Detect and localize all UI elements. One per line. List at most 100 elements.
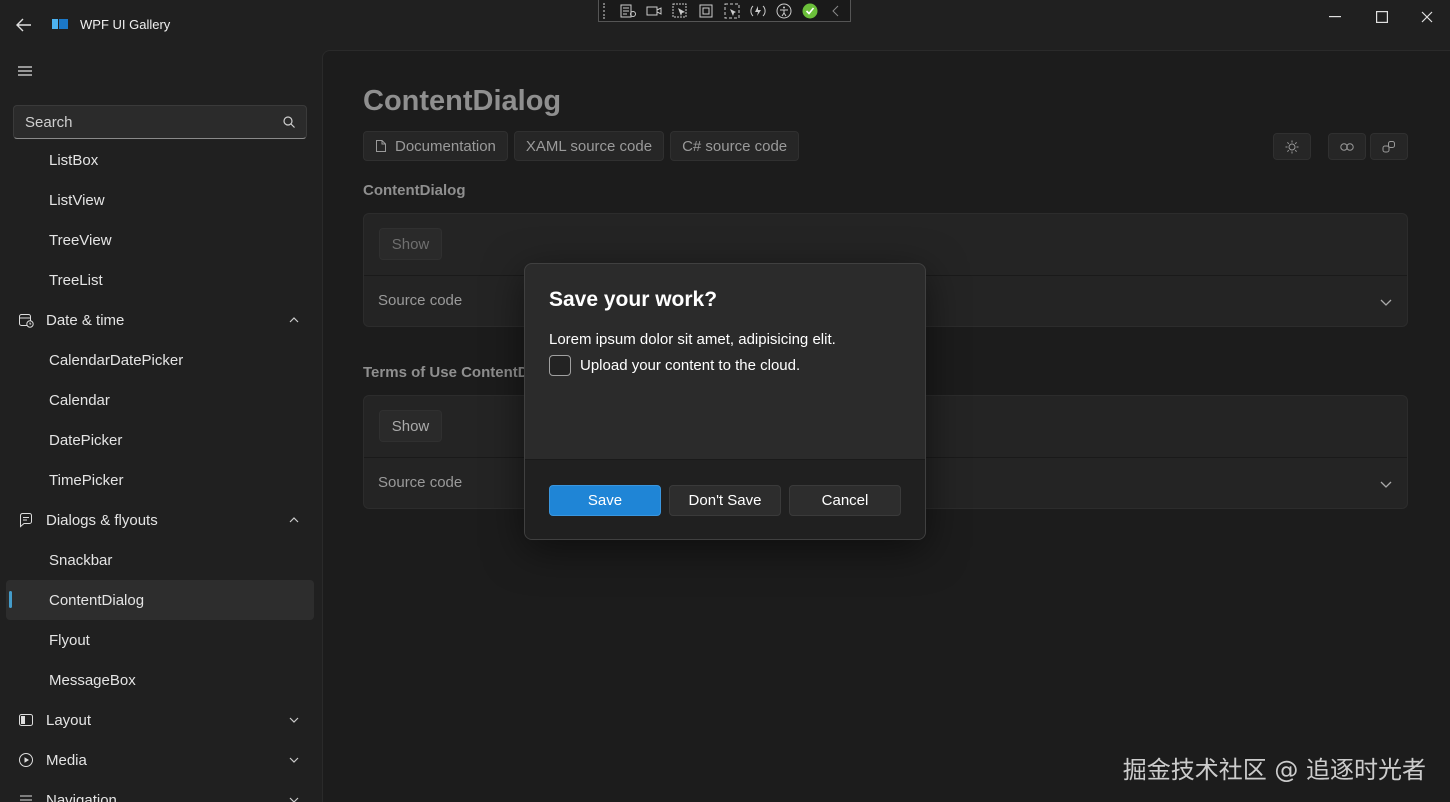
copy-link-button[interactable]	[1328, 133, 1366, 160]
app-logo-icon	[52, 19, 68, 29]
maximize-button[interactable]	[1359, 0, 1405, 34]
xaml-source-label: XAML source code	[525, 137, 653, 155]
nav-group-dialogs-flyouts[interactable]: Dialogs & flyouts	[6, 500, 314, 540]
source-code-label: Source code	[378, 474, 463, 491]
chevron-left-icon	[832, 5, 839, 16]
nav-item-label: ListView	[49, 191, 105, 209]
collapse-toolbar-button[interactable]	[823, 1, 849, 21]
section-title: ContentDialog	[363, 182, 466, 199]
nav-item-label: ContentDialog	[49, 591, 145, 609]
nav-item-label: TimePicker	[49, 471, 124, 489]
nav-item-treelist[interactable]: TreeList	[6, 260, 314, 300]
chat-bubble-icon	[20, 513, 32, 528]
theme-toggle-button[interactable]	[1273, 133, 1311, 160]
upload-checkbox-label[interactable]: Upload your content to the cloud.	[580, 357, 800, 374]
dialog-footer: Save Don't Save Cancel	[525, 459, 925, 539]
close-button[interactable]	[1404, 0, 1450, 34]
back-button[interactable]	[10, 12, 38, 38]
save-button[interactable]: Save	[549, 485, 661, 516]
search-box	[13, 105, 307, 139]
nav-item-timepicker[interactable]: TimePicker	[6, 460, 314, 500]
pointer-select-icon	[672, 3, 687, 17]
nav-item-datepicker[interactable]: DatePicker	[6, 420, 314, 460]
nav-item-snackbar[interactable]: Snackbar	[6, 540, 314, 580]
nav-group-label: Media	[46, 751, 87, 769]
live-visual-tree-button[interactable]	[615, 1, 641, 21]
record-button[interactable]	[641, 1, 667, 21]
link-square-icon	[1382, 140, 1395, 152]
nav-list: ListBox ListView TreeView TreeList Date …	[6, 140, 314, 802]
section-title: Terms of Use ContentD	[363, 364, 529, 381]
nav-item-label: DatePicker	[49, 431, 123, 449]
toggle-pane-button[interactable]	[10, 58, 40, 84]
dont-save-button[interactable]: Don't Save	[669, 485, 781, 516]
display-layout-adorners-button[interactable]	[693, 1, 719, 21]
visual-tree-icon	[620, 4, 636, 17]
track-focus-button[interactable]	[719, 1, 745, 21]
show-dialog-button[interactable]: Show	[379, 228, 442, 260]
select-element-button[interactable]	[667, 1, 693, 21]
layout-icon	[19, 714, 33, 726]
chevron-down-icon	[289, 757, 299, 763]
maximize-icon	[1376, 11, 1388, 23]
nav-item-label: MessageBox	[49, 671, 136, 689]
chevron-down-icon	[289, 717, 299, 723]
nav-group-date-time[interactable]: Date & time	[6, 300, 314, 340]
upload-checkbox-row[interactable]: Upload your content to the cloud.	[549, 355, 800, 376]
nav-group-media[interactable]: Media	[6, 740, 314, 780]
nav-group-layout[interactable]: Layout	[6, 700, 314, 740]
chevron-up-icon	[289, 517, 299, 523]
xaml-source-button[interactable]: XAML source code	[513, 131, 665, 161]
hamburger-menu-icon	[18, 66, 32, 76]
dialog-body-text: Lorem ipsum dolor sit amet, adipisicing …	[549, 331, 836, 348]
show-terms-dialog-button[interactable]: Show	[379, 410, 442, 442]
document-icon	[376, 140, 386, 152]
search-input[interactable]	[14, 106, 274, 138]
nav-item-label: TreeView	[49, 231, 112, 249]
hot-reload-button[interactable]	[745, 1, 771, 21]
status-ok-indicator	[797, 1, 823, 21]
toolbar-grip[interactable]	[603, 2, 611, 19]
nav-item-contentdialog[interactable]: ContentDialog	[6, 580, 314, 620]
nav-item-listview[interactable]: ListView	[6, 180, 314, 220]
source-code-label: Source code	[378, 292, 463, 309]
check-circle-icon	[802, 3, 818, 18]
nav-item-label: Flyout	[49, 631, 90, 649]
nav-item-calendar[interactable]: Calendar	[6, 380, 314, 420]
nav-item-label: CalendarDatePicker	[49, 351, 184, 369]
link-icon	[1340, 142, 1354, 151]
nav-group-label: Dialogs & flyouts	[46, 511, 158, 529]
chevron-up-icon	[289, 317, 299, 323]
share-link-button[interactable]	[1370, 133, 1408, 160]
page-title: ContentDialog	[363, 85, 562, 117]
sun-icon	[1285, 140, 1299, 153]
nav-item-flyout[interactable]: Flyout	[6, 620, 314, 660]
minimize-icon	[1329, 16, 1341, 18]
app-title: WPF UI Gallery	[80, 17, 171, 32]
chevron-down-icon	[1380, 299, 1392, 306]
documentation-button[interactable]: Documentation	[363, 131, 508, 161]
search-icon[interactable]	[282, 115, 296, 129]
track-focus-icon	[724, 3, 740, 18]
nav-group-navigation[interactable]: Navigation	[6, 780, 314, 802]
upload-checkbox[interactable]	[549, 355, 571, 376]
chevron-down-icon	[1380, 481, 1392, 488]
csharp-source-button[interactable]: C# source code	[670, 131, 800, 161]
close-icon	[1421, 11, 1433, 23]
calendar-clock-icon	[19, 314, 34, 328]
nav-item-calendardatepicker[interactable]: CalendarDatePicker	[6, 340, 314, 380]
cancel-button[interactable]: Cancel	[789, 485, 901, 516]
content-dialog: Save your work? Lorem ipsum dolor sit am…	[524, 263, 926, 540]
nav-item-messagebox[interactable]: MessageBox	[6, 660, 314, 700]
nav-group-label: Navigation	[46, 791, 117, 802]
minimize-button[interactable]	[1312, 0, 1358, 34]
nav-item-label: TreeList	[49, 271, 103, 289]
navigation-icon	[20, 795, 32, 801]
accessibility-checker-button[interactable]	[771, 1, 797, 21]
video-camera-icon	[646, 6, 662, 15]
nav-item-listbox[interactable]: ListBox	[6, 140, 314, 180]
nav-item-treeview[interactable]: TreeView	[6, 220, 314, 260]
csharp-source-label: C# source code	[682, 137, 788, 155]
chevron-down-icon	[289, 797, 299, 802]
nav-item-label: Calendar	[49, 391, 110, 409]
